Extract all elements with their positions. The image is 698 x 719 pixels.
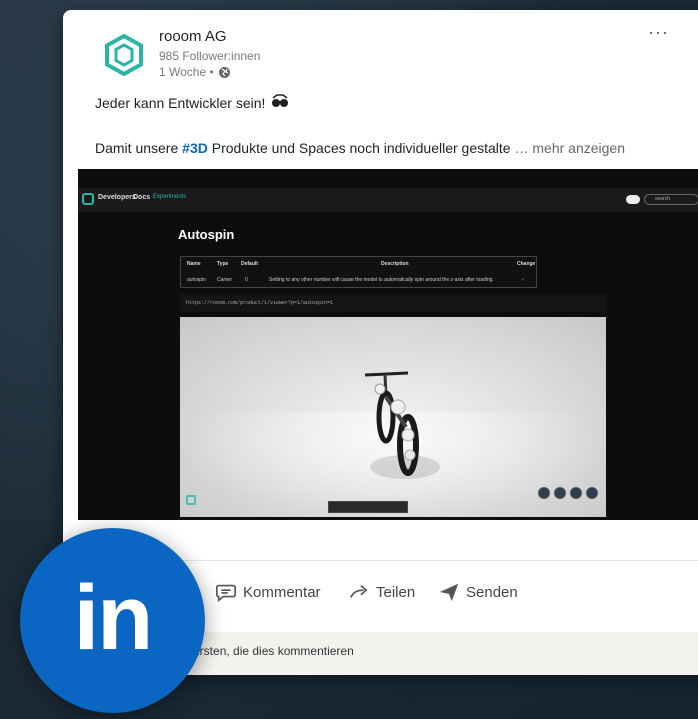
send-button[interactable]: Senden [438,581,518,603]
media-control-icon [570,487,582,499]
post-text-line2: Damit unsere #3D Produkte und Spaces noc… [95,140,625,156]
media-control-icon [586,487,598,499]
media-table-cell-description: Setting to any other number will cause t… [269,277,494,283]
media-table-cell-change: ✓ [521,277,526,283]
media-corner-logo-icon [186,495,196,505]
media-code-block: https://rooom.com/product/1/viewer?p=1/a… [180,294,606,312]
media-table-cell-type: Camer [217,277,233,283]
post-time-text: 1 Woche • [159,65,214,79]
follower-count: 985 Follower:innen [159,49,261,63]
divider [103,560,698,561]
glasses-emoji-icon [271,94,289,111]
media-viewer-controls [538,487,598,499]
comment-label: Kommentar [243,583,321,601]
post-text-line1: Jeder kann Entwickler sein! [95,94,289,111]
media-logo-icon [82,193,94,205]
media-table: Name Type Default Description Change aut… [180,256,537,288]
linkedin-badge-icon: in [20,528,205,713]
media-topbar: Developers Docs Experiments search [78,188,698,212]
media-table-header-default: Default [241,261,258,267]
media-control-icon [538,487,550,499]
post-text-body: Produkte und Spaces noch individueller g… [207,140,511,156]
rooom-logo-icon[interactable] [99,30,149,80]
comment-button[interactable]: Kommentar [215,581,321,603]
globe-icon [218,66,231,79]
media-table-cell-name: autospin [187,277,206,283]
media-table-header-name: Name [187,261,201,267]
media-table-header-type: Type [217,261,229,267]
post-text-body-start: Damit unsere [95,140,183,156]
media-control-icon [554,487,566,499]
comment-icon [216,584,236,602]
post-media-screenshot[interactable]: Developers Docs Experiments search Autos… [78,169,698,520]
media-search: search [644,194,698,205]
see-more-link[interactable]: … mehr anzeigen [514,140,625,156]
send-label: Senden [466,583,518,601]
media-theme-toggle [626,195,640,204]
linkedin-badge-text: in [73,567,154,669]
send-icon [439,583,459,602]
media-docs-link: Docs [133,194,151,201]
media-table-cell-default: 0 [245,277,248,283]
media-bottom-tab [328,501,408,513]
media-brand: Developers [98,194,136,201]
post-text-intro: Jeder kann Entwickler sein! [95,94,266,111]
share-icon [350,584,368,598]
hashtag-link[interactable]: #3D [182,140,208,156]
share-label: Teilen [376,583,416,601]
media-table-header-description: Description [381,261,409,267]
media-table-header-change: Change [517,261,536,267]
more-options-button[interactable]: ··· [648,22,669,43]
media-title: Autospin [178,227,235,242]
comment-prompt-text: en Ersten, die dies kommentieren [175,644,354,658]
share-button[interactable]: Teilen [348,581,415,603]
media-experiments-link: Experiments [153,194,187,200]
company-name[interactable]: rooom AG [159,28,227,45]
post-time: 1 Woche • [159,65,231,79]
